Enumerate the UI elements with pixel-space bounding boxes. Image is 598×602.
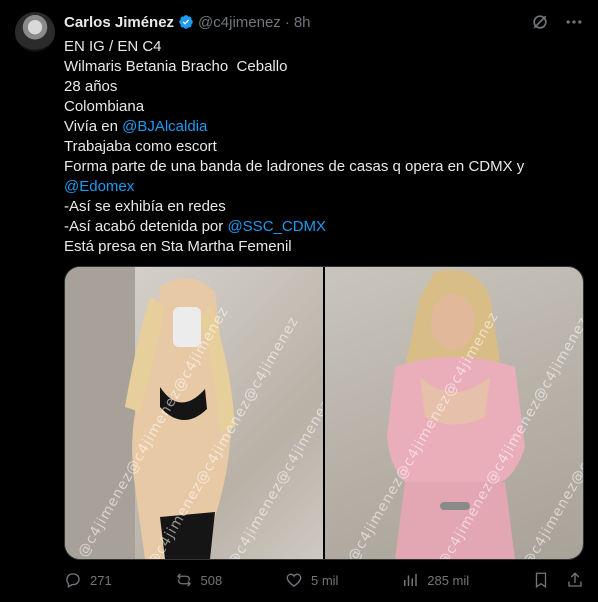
photo-left[interactable]: @c4jimenez@c4jimenez@c4jimenez @c4jimene… bbox=[65, 267, 323, 559]
tweet-line: 28 años bbox=[64, 77, 584, 97]
media-grid: @c4jimenez@c4jimenez@c4jimenez @c4jimene… bbox=[64, 266, 584, 560]
tweet-line: Vivía en @BJAlcaldia bbox=[64, 117, 584, 137]
photo-right-figure bbox=[387, 269, 525, 559]
tweet-line: Wilmaris Betania Bracho Ceballo bbox=[64, 57, 584, 77]
heart-icon bbox=[286, 573, 302, 587]
author-avatar[interactable] bbox=[15, 12, 55, 52]
tweet-line: EN IG / EN C4 bbox=[64, 37, 584, 57]
mention-link[interactable]: @BJAlcaldia bbox=[122, 118, 207, 135]
top-actions bbox=[530, 12, 584, 32]
views-count: 285 mil bbox=[427, 572, 470, 588]
tweet-line-text: Wilmaris Betania Bracho Ceballo bbox=[64, 58, 288, 75]
more-options-icon[interactable] bbox=[564, 12, 584, 32]
tweet-line: -Así acabó detenida por @SSC_CDMX bbox=[64, 217, 584, 237]
tweet-line-text: 28 años bbox=[64, 78, 118, 95]
repost-button[interactable]: 508 bbox=[175, 571, 223, 589]
photo-right[interactable]: @c4jimenez@c4jimenez@c4jimenez @c4jimene… bbox=[325, 267, 583, 559]
like-count: 5 mil bbox=[311, 572, 339, 588]
repost-count: 508 bbox=[200, 572, 223, 588]
tweet-line: Trabajaba como escort bbox=[64, 137, 584, 157]
tweet-line: Colombiana bbox=[64, 97, 584, 117]
reply-count: 271 bbox=[90, 572, 112, 588]
tweet-line-text: EN IG / EN C4 bbox=[64, 38, 162, 55]
share-icon[interactable] bbox=[566, 571, 584, 589]
reply-icon bbox=[66, 573, 80, 588]
author-name[interactable]: Carlos Jiménez bbox=[64, 14, 174, 31]
repost-icon bbox=[176, 573, 191, 587]
author-handle[interactable]: @c4jimenez bbox=[198, 14, 281, 31]
tweet-line-text: Está presa en Sta Martha Femenil bbox=[64, 238, 292, 255]
tweet-line: @Edomex bbox=[64, 177, 584, 197]
header-separator: · bbox=[284, 13, 290, 31]
verified-badge-icon bbox=[179, 15, 193, 29]
tweet-line-text: Colombiana bbox=[64, 98, 145, 115]
tweet-line-text: -Así se exhibía en redes bbox=[64, 198, 226, 215]
like-button[interactable]: 5 mil bbox=[285, 571, 338, 589]
tweet-line: -Así se exhibía en redes bbox=[64, 197, 584, 217]
tweet-line-text: Vivía en bbox=[64, 118, 123, 135]
mention-link[interactable]: @Edomex bbox=[64, 178, 134, 195]
bookmark-icon[interactable] bbox=[532, 571, 550, 589]
grok-icon[interactable] bbox=[530, 12, 550, 32]
post-time[interactable]: 8h bbox=[294, 14, 311, 31]
tweet-line-text: -Así acabó detenida por bbox=[64, 218, 228, 235]
views-icon bbox=[404, 574, 417, 586]
tweet-text: EN IG / EN C4 Wilmaris Betania Bracho Ce… bbox=[64, 37, 584, 257]
tweet-line-text: Forma parte de una banda de ladrones de … bbox=[64, 158, 525, 175]
reply-button[interactable]: 271 bbox=[64, 571, 112, 589]
tweet-line-text: Trabajaba como escort bbox=[64, 138, 217, 155]
tweet-header: Carlos Jiménez @c4jimenez · 8h bbox=[64, 12, 311, 32]
mention-link[interactable]: @SSC_CDMX bbox=[227, 218, 326, 235]
tweet-line: Forma parte de una banda de ladrones de … bbox=[64, 157, 584, 177]
tweet-line: Está presa en Sta Martha Femenil bbox=[64, 237, 584, 257]
secondary-actions bbox=[532, 571, 584, 589]
engagement-bar: 271 508 5 mil 285 mil bbox=[64, 570, 584, 590]
views-button[interactable]: 285 mil bbox=[401, 571, 469, 589]
